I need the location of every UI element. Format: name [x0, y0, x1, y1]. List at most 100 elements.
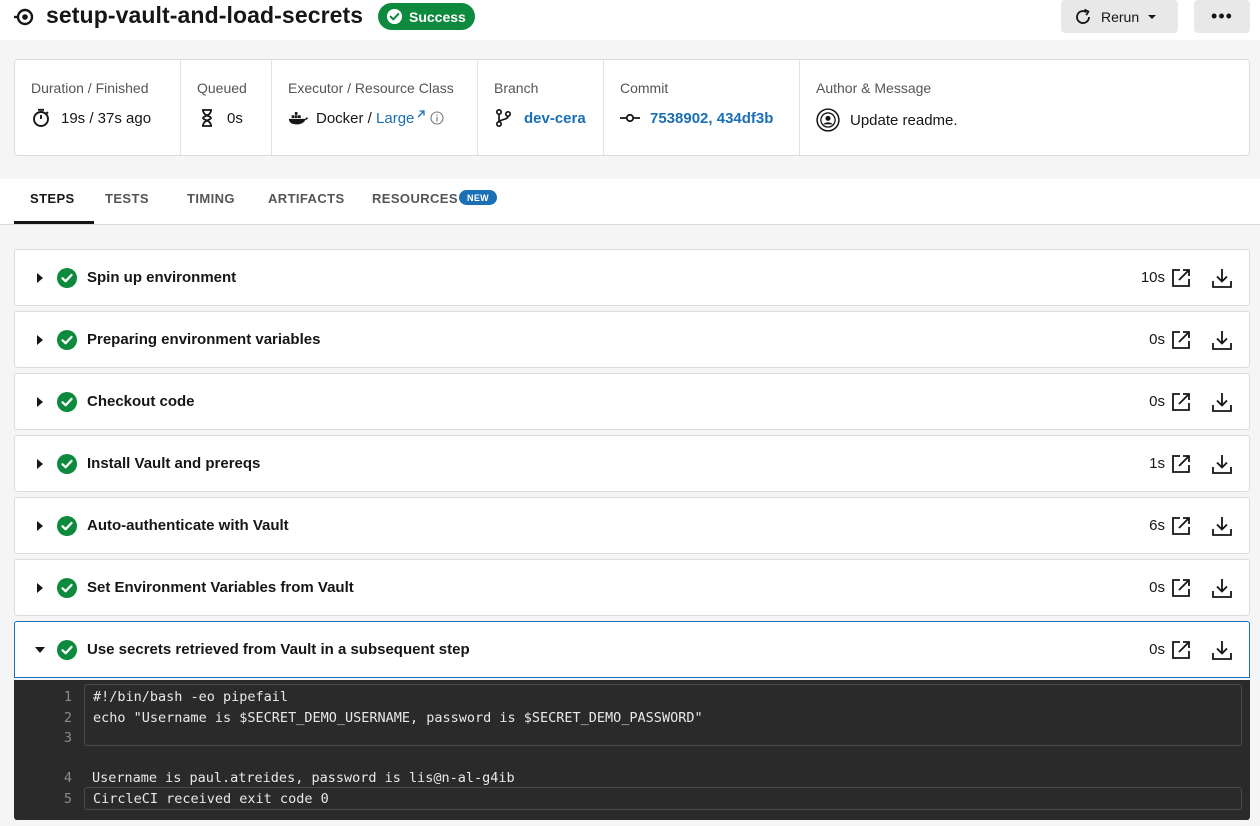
- step-name: Checkout code: [87, 393, 195, 410]
- refresh-icon: [1073, 7, 1093, 27]
- caret-right-icon[interactable]: [35, 459, 45, 469]
- tab-bar: STEPS TESTS TIMING ARTIFACTS RESOURCES N…: [0, 179, 1260, 225]
- success-check-icon: [386, 8, 403, 25]
- success-check-icon: [57, 516, 77, 536]
- commit-icon: [620, 108, 640, 128]
- success-check-icon: [57, 268, 77, 288]
- console-line: Username is paul.atreides, password is l…: [92, 770, 515, 786]
- step-name: Set Environment Variables from Vault: [87, 579, 354, 596]
- duration-label: Duration / Finished: [31, 80, 149, 96]
- duration-value: 19s / 37s ago: [61, 110, 151, 127]
- step-row[interactable]: Auto-authenticate with Vault6s: [14, 497, 1250, 554]
- open-external-icon[interactable]: [1171, 640, 1191, 660]
- executor-section: Executor / Resource Class Docker / Large: [271, 60, 477, 155]
- success-check-icon: [57, 330, 77, 350]
- author-avatar: [816, 108, 840, 132]
- queued-value: 0s: [227, 110, 243, 127]
- open-external-icon[interactable]: [1171, 578, 1191, 598]
- branch-icon: [494, 108, 514, 128]
- step-duration: 0s: [1149, 393, 1165, 410]
- docker-icon: [288, 108, 308, 128]
- job-info-card: Duration / Finished 19s / 37s ago Queued…: [14, 59, 1250, 156]
- active-tab-indicator: [14, 221, 94, 224]
- step-row[interactable]: Spin up environment 10s: [14, 249, 1250, 306]
- success-check-icon: [57, 578, 77, 598]
- queued-label: Queued: [197, 80, 247, 96]
- resource-class-link[interactable]: Large: [376, 110, 414, 127]
- tab-timing[interactable]: TIMING: [187, 191, 235, 206]
- duration-section: Duration / Finished 19s / 37s ago: [15, 60, 180, 155]
- step-name: Use secrets retrieved from Vault in a su…: [87, 641, 470, 658]
- hourglass-icon: [197, 108, 217, 128]
- console-line: echo "Username is $SECRET_DEMO_USERNAME,…: [93, 710, 703, 726]
- download-icon[interactable]: [1211, 267, 1233, 289]
- download-icon[interactable]: [1211, 453, 1233, 475]
- job-title: setup-vault-and-load-secrets: [46, 2, 363, 29]
- open-external-icon[interactable]: [1171, 454, 1191, 474]
- line-number: 5: [54, 791, 72, 807]
- commit-label: Commit: [620, 80, 668, 96]
- caret-right-icon[interactable]: [35, 273, 45, 283]
- caret-right-icon[interactable]: [35, 521, 45, 531]
- new-badge: NEW: [459, 190, 497, 205]
- step-output-console: 1 #!/bin/bash -eo pipefail 2 echo "Usern…: [14, 680, 1250, 820]
- step-row[interactable]: Checkout code 0s: [14, 373, 1250, 430]
- status-badge: Success: [378, 3, 475, 30]
- caret-down-icon[interactable]: [35, 645, 45, 655]
- queued-section: Queued 0s: [180, 60, 271, 155]
- tab-steps[interactable]: STEPS: [30, 191, 75, 206]
- step-duration: 10s: [1141, 269, 1165, 286]
- open-external-icon[interactable]: [1171, 330, 1191, 350]
- author-message: Update readme.: [850, 112, 958, 129]
- console-line: #!/bin/bash -eo pipefail: [93, 689, 288, 705]
- download-icon[interactable]: [1211, 391, 1233, 413]
- step-name: Install Vault and prereqs: [87, 455, 260, 472]
- commit-link[interactable]: 7538902, 434df3b: [650, 110, 773, 127]
- line-number: 3: [54, 730, 72, 746]
- step-row[interactable]: Set Environment Variables from Vault 0s: [14, 559, 1250, 616]
- caret-right-icon[interactable]: [35, 583, 45, 593]
- step-row[interactable]: Preparing environment variables 0s: [14, 311, 1250, 368]
- external-link-arrow-icon: [416, 109, 426, 119]
- success-check-icon: [57, 392, 77, 412]
- download-icon[interactable]: [1211, 329, 1233, 351]
- open-external-icon[interactable]: [1171, 392, 1191, 412]
- author-section: Author & Message Update readme.: [799, 60, 1249, 155]
- download-icon[interactable]: [1211, 515, 1233, 537]
- step-name: Spin up environment: [87, 269, 236, 286]
- branch-label: Branch: [494, 80, 538, 96]
- line-number: 1: [54, 689, 72, 705]
- download-icon[interactable]: [1211, 577, 1233, 599]
- tab-artifacts[interactable]: ARTIFACTS: [268, 191, 345, 206]
- success-check-icon: [57, 640, 77, 660]
- rerun-label: Rerun: [1101, 9, 1139, 25]
- stopwatch-icon: [31, 108, 51, 128]
- caret-right-icon[interactable]: [35, 397, 45, 407]
- open-external-icon[interactable]: [1171, 268, 1191, 288]
- step-row[interactable]: Use secrets retrieved from Vault in a su…: [14, 621, 1250, 678]
- author-label: Author & Message: [816, 80, 931, 96]
- info-icon[interactable]: [430, 111, 444, 125]
- more-options-button[interactable]: •••: [1194, 0, 1250, 33]
- branch-link[interactable]: dev-cera: [524, 110, 586, 127]
- executor-value: Docker / Large: [316, 110, 414, 127]
- caret-right-icon[interactable]: [35, 335, 45, 345]
- status-label: Success: [409, 9, 466, 25]
- job-header: setup-vault-and-load-secrets Success Rer…: [0, 0, 1260, 40]
- line-number: 4: [54, 770, 72, 786]
- step-duration: 0s: [1149, 579, 1165, 596]
- step-name: Preparing environment variables: [87, 331, 320, 348]
- step-duration: 1s: [1149, 455, 1165, 472]
- executor-label: Executor / Resource Class: [288, 80, 454, 96]
- tab-tests[interactable]: TESTS: [105, 191, 149, 206]
- rerun-button[interactable]: Rerun: [1061, 0, 1178, 33]
- open-external-icon[interactable]: [1171, 516, 1191, 536]
- step-duration: 0s: [1149, 331, 1165, 348]
- branch-section: Branch dev-cera: [477, 60, 603, 155]
- commit-section: Commit 7538902, 434df3b: [603, 60, 799, 155]
- step-row[interactable]: Install Vault and prereqs 1s: [14, 435, 1250, 492]
- step-duration: 0s: [1149, 641, 1165, 658]
- download-icon[interactable]: [1211, 639, 1233, 661]
- tab-resources[interactable]: RESOURCES: [372, 191, 458, 206]
- chevron-down-icon: [1147, 12, 1157, 22]
